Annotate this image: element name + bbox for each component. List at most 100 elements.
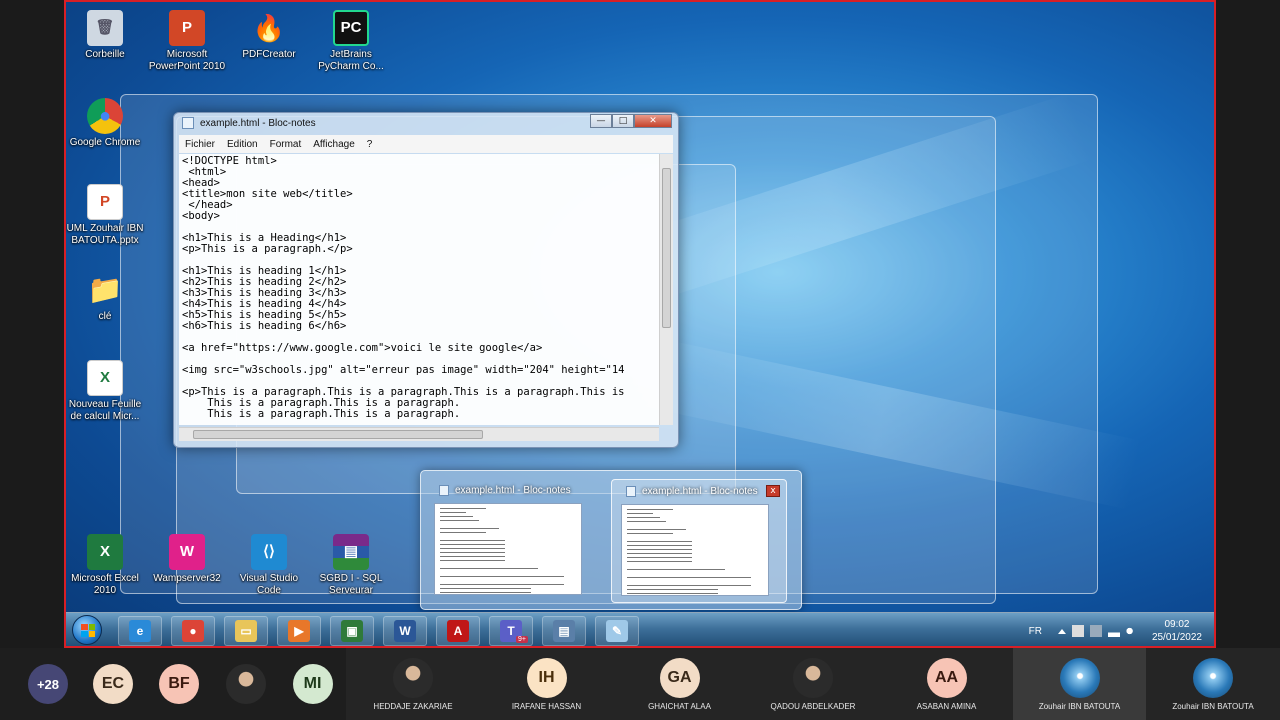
participants-bar: +28 EC BF MI HEDDAJE ZAKARIAE IH IRAFANE HASS… bbox=[0, 648, 1280, 720]
scrollbar-thumb[interactable] bbox=[193, 430, 483, 439]
thumbnail-window-1[interactable]: example.html - Bloc-notes bbox=[425, 479, 601, 603]
maximize-button[interactable]: □ bbox=[612, 114, 634, 128]
participant-name: GHAICHAT ALAA bbox=[648, 701, 711, 711]
preview-line bbox=[627, 545, 692, 546]
preview-line bbox=[627, 569, 725, 570]
thumbnail-preview bbox=[621, 504, 769, 596]
taskbar-app-microsoft-word[interactable]: W bbox=[383, 616, 427, 646]
taskbar-app-pdf-reader[interactable]: A bbox=[436, 616, 480, 646]
clock[interactable]: 09:02 25/01/2022 bbox=[1152, 618, 1202, 644]
start-button[interactable] bbox=[72, 615, 102, 645]
participant-avatar: MI bbox=[292, 664, 333, 704]
scrollbar-thumb[interactable] bbox=[662, 168, 671, 328]
preview-line bbox=[440, 576, 564, 577]
participant-tile[interactable]: IH IRAFANE HASSAN bbox=[480, 648, 613, 720]
taskbar-app-internet-explorer[interactable]: e bbox=[118, 616, 162, 646]
preview-line bbox=[627, 577, 751, 578]
desktop-icon-powerpoint[interactable]: P Microsoft PowerPoint 2010 bbox=[145, 10, 229, 73]
pdfcreator-icon: 🔥 bbox=[252, 13, 286, 43]
preview-line bbox=[627, 589, 718, 590]
window-title: example.html - Bloc-notes bbox=[200, 117, 316, 129]
taskbar-app-network-tool[interactable]: ▤ bbox=[542, 616, 586, 646]
menu-help[interactable]: ? bbox=[361, 139, 379, 150]
desktop-icon-excel-sheet[interactable]: X Nouveau Feuille de calcul Micr... bbox=[66, 360, 147, 423]
desktop-icon-vscode[interactable]: ⟨⟩ Visual Studio Code bbox=[227, 534, 311, 597]
preview-line bbox=[627, 553, 692, 554]
desktop-icon-pycharm[interactable]: PC JetBrains PyCharm Co... bbox=[309, 10, 393, 73]
preview-line bbox=[440, 552, 505, 553]
notepad-icon bbox=[626, 486, 636, 497]
notification-badge: 9+ bbox=[516, 636, 528, 643]
participant-name: IRAFANE HASSAN bbox=[511, 701, 582, 711]
preview-line bbox=[627, 561, 692, 562]
participant-tile[interactable]: Zouhair IBN BATOUTA bbox=[1013, 648, 1146, 720]
preview-line bbox=[627, 513, 653, 514]
desktop-icon-label: Wampserver32 bbox=[153, 573, 221, 584]
shared-desktop: 🗑 Corbeille P Microsoft PowerPoint 2010 … bbox=[64, 0, 1216, 648]
participant-avatar: GA bbox=[659, 657, 700, 698]
desktop-icon-label: Nouveau Feuille de calcul Micr... bbox=[68, 399, 142, 422]
pdf-reader-icon: A bbox=[447, 620, 469, 642]
desktop-icon-label: Visual Studio Code bbox=[239, 573, 299, 596]
participant-name: ASABAN AMINA bbox=[916, 701, 977, 711]
flag-icon[interactable] bbox=[1071, 625, 1084, 637]
menu-edition[interactable]: Edition bbox=[221, 139, 264, 150]
close-button[interactable]: ✕ bbox=[634, 114, 672, 128]
taskbar-app-file-explorer[interactable]: ▭ bbox=[224, 616, 268, 646]
taskbar-app-remote-console[interactable]: ▣ bbox=[330, 616, 374, 646]
participant-tile[interactable]: GA GHAICHAT ALAA bbox=[613, 648, 746, 720]
menu-format[interactable]: Format bbox=[264, 139, 308, 150]
desktop-icon-label: PDFCreator bbox=[242, 49, 296, 60]
screen-share-view: 🗑 Corbeille P Microsoft PowerPoint 2010 … bbox=[0, 0, 1280, 720]
taskbar-app-microsoft-teams[interactable]: T 9+ bbox=[489, 616, 533, 646]
preview-line bbox=[440, 560, 505, 561]
participant-tile[interactable]: AA ASABAN AMINA bbox=[880, 648, 1013, 720]
network-icon[interactable] bbox=[1107, 625, 1120, 637]
preview-line bbox=[440, 556, 505, 557]
desktop-icon-recycle-bin[interactable]: 🗑 Corbeille bbox=[66, 10, 147, 61]
preview-line bbox=[440, 532, 486, 533]
desktop-icon-label: Microsoft Excel 2010 bbox=[71, 573, 139, 596]
menu-affichage[interactable]: Affichage bbox=[307, 139, 361, 150]
horizontal-scrollbar[interactable] bbox=[179, 427, 659, 441]
more-participants-button[interactable]: +28 bbox=[20, 648, 76, 720]
desktop-icon-chrome[interactable]: ● Google Chrome bbox=[66, 98, 147, 149]
notepad-window[interactable]: example.html - Bloc-notes — □ ✕ Fichier … bbox=[173, 112, 679, 448]
minimize-button[interactable]: — bbox=[590, 114, 612, 128]
participant-tile[interactable]: MI bbox=[279, 648, 346, 720]
chevron-up-icon[interactable] bbox=[1057, 628, 1066, 634]
preview-line bbox=[627, 533, 673, 534]
thumbnail-window-2[interactable]: example.html - Bloc-notes x bbox=[611, 479, 787, 603]
preview-line bbox=[627, 517, 660, 518]
participant-tile[interactable]: QADOU ABDELKADER bbox=[746, 648, 880, 720]
participant-tile[interactable]: HEDDAJE ZAKARIAE bbox=[346, 648, 480, 720]
preview-line bbox=[440, 568, 538, 569]
chrome-icon: ● bbox=[87, 98, 123, 134]
taskbar-app-notepad[interactable]: ✎ bbox=[595, 616, 639, 646]
desktop-icon-cle[interactable]: 📁 clé bbox=[66, 272, 147, 323]
vertical-scrollbar[interactable] bbox=[659, 154, 673, 425]
desktop-icon-sql-server[interactable]: ▤ SGBD I - SQL Serveurar bbox=[309, 534, 393, 597]
text-editor[interactable]: <!DOCTYPE html> <html> <head> <title>mon… bbox=[179, 154, 659, 425]
volume-icon[interactable] bbox=[1125, 625, 1138, 637]
thumbnail-close-button[interactable]: x bbox=[766, 485, 780, 497]
desktop-icon-wampserver[interactable]: W Wampserver32 bbox=[145, 534, 229, 585]
windows-logo-icon bbox=[81, 624, 95, 637]
menu-fichier[interactable]: Fichier bbox=[179, 139, 221, 150]
preview-line bbox=[440, 584, 564, 585]
taskbar: e ● ▭ ▶ ▣ W A T 9+ ▤ ✎ FR 09:02 25/01/2022 bbox=[66, 612, 1214, 646]
participant-tile[interactable]: EC bbox=[80, 648, 146, 720]
system-tray: FR 09:02 25/01/2022 bbox=[1029, 613, 1202, 646]
desktop-icon-excel-2010[interactable]: X Microsoft Excel 2010 bbox=[66, 534, 147, 597]
participant-tile[interactable]: Zouhair IBN BATOUTA bbox=[1146, 648, 1280, 720]
taskbar-app-google-chrome[interactable]: ● bbox=[171, 616, 215, 646]
power-icon[interactable] bbox=[1089, 625, 1102, 637]
desktop-icon-uml-pptx[interactable]: P UML Zouhair IBN BATOUTA.pptx bbox=[66, 184, 147, 247]
powerpoint-icon: P bbox=[169, 10, 205, 46]
participant-tile[interactable]: BF bbox=[146, 648, 212, 720]
participant-avatar bbox=[225, 664, 266, 704]
taskbar-app-media-player[interactable]: ▶ bbox=[277, 616, 321, 646]
language-indicator[interactable]: FR bbox=[1029, 626, 1042, 637]
participant-tile[interactable] bbox=[212, 648, 279, 720]
desktop-icon-pdfcreator[interactable]: 🔥 PDFCreator bbox=[227, 10, 311, 61]
